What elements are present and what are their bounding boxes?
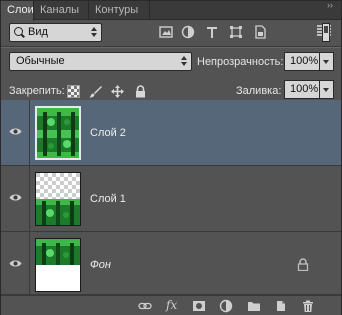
tab-channels-label: Каналы xyxy=(40,4,80,16)
delete-layer-trash-icon[interactable] xyxy=(301,299,315,313)
lock-all-icon[interactable] xyxy=(134,85,147,98)
opacity-dropdown-button[interactable] xyxy=(320,52,334,71)
blend-mode-select[interactable]: Обычные xyxy=(9,52,192,71)
lock-image-pixels-brush-icon[interactable] xyxy=(89,85,102,98)
lock-position-move-icon[interactable] xyxy=(111,85,124,98)
tab-paths[interactable]: Контуры xyxy=(89,1,150,20)
opacity-input[interactable]: 100% xyxy=(284,52,320,71)
tab-bar: Слои Каналы Контуры ›› xyxy=(1,1,341,21)
visibility-toggle[interactable] xyxy=(1,166,30,231)
visibility-toggle[interactable] xyxy=(1,232,30,294)
layer-name[interactable]: Фон xyxy=(90,259,111,271)
type-layer-filter-icon[interactable] xyxy=(205,25,219,39)
link-layers-icon[interactable] xyxy=(138,299,152,313)
lock-icon xyxy=(297,258,309,271)
layer-row-layer-2[interactable]: Слой 2 xyxy=(1,100,341,166)
layers-bottom-toolbar: fx xyxy=(1,295,341,315)
layer-name[interactable]: Слой 2 xyxy=(90,127,126,139)
tab-paths-label: Контуры xyxy=(95,4,139,16)
layer-thumbnail xyxy=(35,106,81,160)
lock-transparent-pixels-icon[interactable] xyxy=(67,85,80,98)
layer-row-layer-1[interactable]: Слой 1 xyxy=(1,166,341,232)
layer-style-fx-icon[interactable]: fx xyxy=(166,298,180,312)
fill-input[interactable]: 100% xyxy=(284,80,320,99)
fill-dropdown-button[interactable] xyxy=(320,80,334,99)
up-down-arrows-icon xyxy=(181,56,187,67)
smart-object-filter-icon[interactable] xyxy=(253,25,267,39)
shape-layer-filter-icon[interactable] xyxy=(229,25,243,39)
tab-layers[interactable]: Слои xyxy=(1,1,34,21)
layer-name[interactable]: Слой 1 xyxy=(90,193,126,205)
adjustment-layer-icon[interactable] xyxy=(219,299,233,313)
visibility-toggle[interactable] xyxy=(1,100,30,165)
panel-collapse-icon[interactable]: ›› xyxy=(327,1,337,10)
divider xyxy=(1,47,341,48)
lock-label: Закрепить: xyxy=(9,85,65,97)
filter-kind-select[interactable]: Вид xyxy=(9,23,102,42)
opacity-label: Непрозрачность: xyxy=(197,56,284,68)
fill-label: Заливка: xyxy=(236,85,282,97)
layers-panel: Слои Каналы Контуры ›› Вид Обычные Непро… xyxy=(0,0,342,315)
layer-row-background[interactable]: Фон xyxy=(1,232,341,295)
add-layer-mask-icon[interactable] xyxy=(192,299,206,313)
blend-mode-value: Обычные xyxy=(16,55,65,67)
pixel-layer-filter-icon[interactable] xyxy=(159,25,173,39)
tab-layers-label: Слои xyxy=(7,4,34,16)
tab-channels[interactable]: Каналы xyxy=(34,1,89,20)
eye-icon[interactable] xyxy=(9,193,22,202)
new-group-folder-icon[interactable] xyxy=(247,299,261,313)
filter-kind-value: Вид xyxy=(28,26,48,38)
eye-icon[interactable] xyxy=(9,127,22,136)
eye-icon[interactable] xyxy=(9,259,22,268)
layer-thumbnail xyxy=(35,238,81,292)
adjustment-layer-filter-icon[interactable] xyxy=(181,25,195,39)
up-down-arrows-icon xyxy=(91,27,97,38)
layer-thumbnail xyxy=(35,172,81,226)
layers-list: Слой 2 Слой 1 Фон xyxy=(1,100,341,295)
search-icon xyxy=(14,27,23,36)
filter-toggle-switch[interactable] xyxy=(322,23,330,42)
new-layer-icon[interactable] xyxy=(274,299,288,313)
